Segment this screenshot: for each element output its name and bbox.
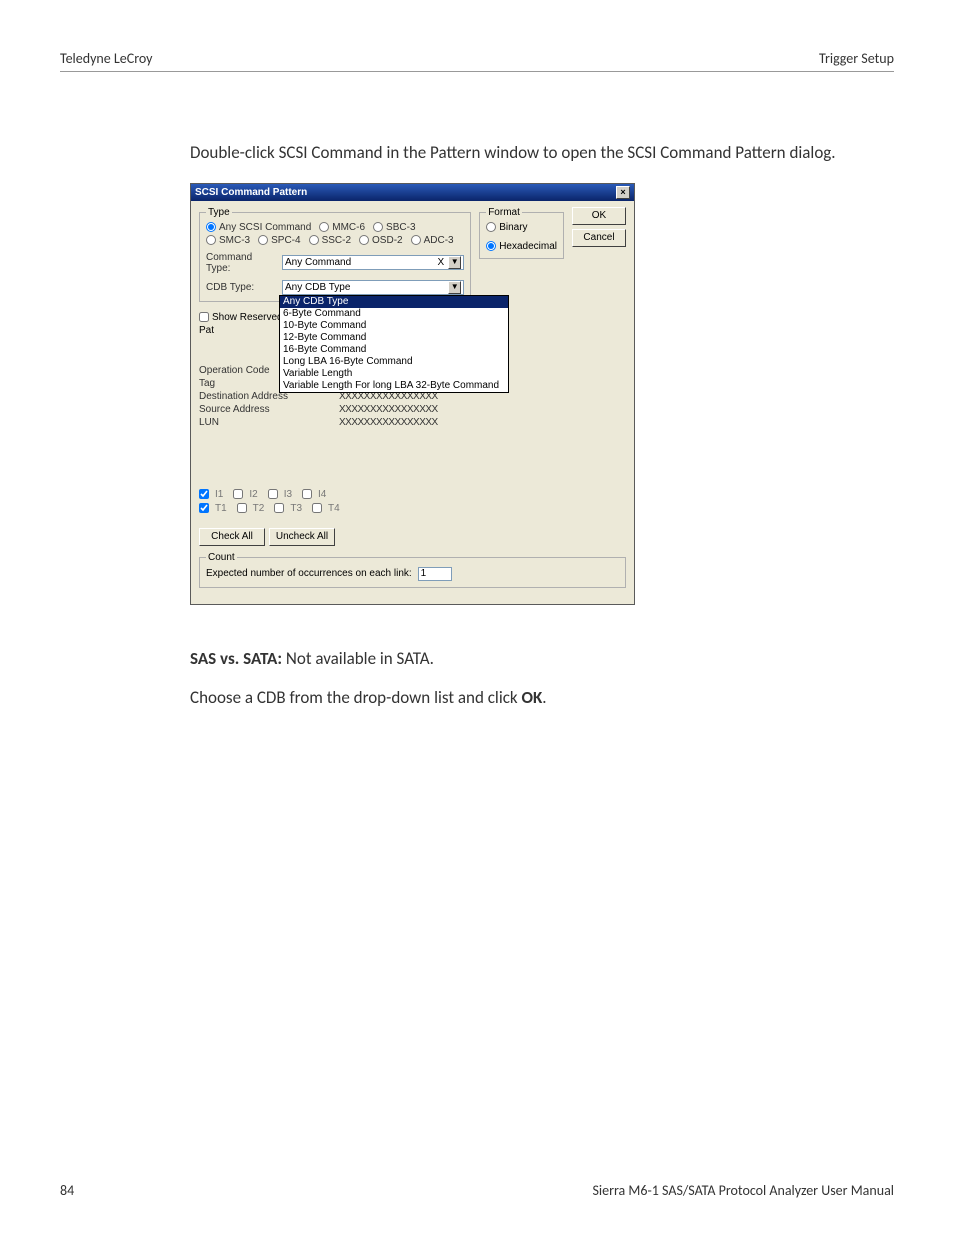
- type-fieldset: Type Any SCSI Command MMC-6 SBC-3 SMC-3 …: [199, 207, 471, 302]
- sas-vs-sata-label: SAS vs. SATA:: [190, 648, 282, 669]
- count-fieldset: Count Expected number of occurrences on …: [199, 552, 626, 588]
- count-legend: Count: [206, 552, 237, 563]
- chevron-down-icon[interactable]: ▼: [448, 256, 461, 269]
- header-right: Trigger Setup: [819, 50, 894, 67]
- format-legend: Format: [486, 207, 522, 218]
- pattern-label: Pat: [199, 325, 271, 336]
- link-i4[interactable]: I4: [302, 489, 326, 500]
- dialog-titlebar: SCSI Command Pattern ×: [191, 184, 634, 201]
- cdb-type-label: CDB Type:: [206, 282, 278, 293]
- format-hex[interactable]: Hexadecimal: [486, 241, 557, 252]
- cdb-type-combo[interactable]: Any CDB Type ▼: [282, 280, 464, 295]
- type-option-any[interactable]: Any SCSI Command: [206, 222, 311, 233]
- page-footer: 84 Sierra M6-1 SAS/SATA Protocol Analyze…: [60, 1182, 894, 1199]
- type-option-sbc3[interactable]: SBC-3: [373, 222, 415, 233]
- cdb-option[interactable]: Long LBA 16-Byte Command: [280, 356, 508, 368]
- uncheck-all-button[interactable]: Uncheck All: [269, 528, 335, 546]
- scsi-command-pattern-dialog: SCSI Command Pattern × Type Any SCSI Com…: [190, 183, 635, 605]
- link-i3[interactable]: I3: [268, 489, 292, 500]
- format-binary[interactable]: Binary: [486, 222, 557, 233]
- param-value: XXXXXXXXXXXXXXXX: [339, 404, 438, 415]
- format-fieldset: Format Binary Hexadecimal: [479, 207, 564, 259]
- type-option-smc3[interactable]: SMC-3: [206, 235, 250, 246]
- link-t2[interactable]: T2: [237, 503, 265, 514]
- link-i2[interactable]: I2: [233, 489, 257, 500]
- ok-button[interactable]: OK: [572, 207, 626, 225]
- cdb-option[interactable]: 6-Byte Command: [280, 308, 508, 320]
- cdb-option[interactable]: Variable Length For long LBA 32-Byte Com…: [280, 380, 508, 392]
- cancel-button[interactable]: Cancel: [572, 229, 626, 247]
- command-type-combo[interactable]: Any Command X ▼: [282, 255, 464, 270]
- post-text: SAS vs. SATA: Not available in SATA. Cho…: [190, 645, 894, 713]
- cdb-option[interactable]: Any CDB Type: [280, 296, 508, 308]
- chevron-down-icon[interactable]: ▼: [448, 281, 461, 294]
- dialog-title: SCSI Command Pattern: [195, 187, 307, 198]
- link-t3[interactable]: T3: [274, 503, 302, 514]
- cdb-option[interactable]: Variable Length: [280, 368, 508, 380]
- type-option-spc4[interactable]: SPC-4: [258, 235, 300, 246]
- cdb-option[interactable]: 12-Byte Command: [280, 332, 508, 344]
- param-label: LUN: [199, 417, 339, 428]
- sas-vs-sata-text: Not available in SATA.: [282, 648, 434, 669]
- page-header: Teledyne LeCroy Trigger Setup: [60, 50, 894, 72]
- check-all-button[interactable]: Check All: [199, 528, 265, 546]
- link-t4[interactable]: T4: [312, 503, 340, 514]
- type-option-ssc2[interactable]: SSC-2: [309, 235, 351, 246]
- close-icon[interactable]: ×: [616, 186, 630, 199]
- cdb-option[interactable]: 16-Byte Command: [280, 344, 508, 356]
- link-t1[interactable]: T1: [199, 503, 227, 514]
- type-option-mmc6[interactable]: MMC-6: [319, 222, 365, 233]
- param-label: Source Address: [199, 404, 339, 415]
- count-label: Expected number of occurrences on each l…: [206, 568, 412, 579]
- link-i1[interactable]: I1: [199, 489, 223, 500]
- header-left: Teledyne LeCroy: [60, 50, 153, 67]
- page-number: 84: [60, 1182, 74, 1199]
- type-option-osd2[interactable]: OSD-2: [359, 235, 403, 246]
- intro-paragraph: Double-click SCSI Command in the Pattern…: [190, 142, 894, 165]
- cdb-option[interactable]: 10-Byte Command: [280, 320, 508, 332]
- cdb-type-dropdown[interactable]: Any CDB Type 6-Byte Command 10-Byte Comm…: [279, 295, 509, 393]
- type-legend: Type: [206, 207, 232, 218]
- command-type-label: Command Type:: [206, 252, 278, 274]
- manual-title: Sierra M6-1 SAS/SATA Protocol Analyzer U…: [592, 1182, 894, 1199]
- param-value: XXXXXXXXXXXXXXXX: [339, 417, 438, 428]
- count-input[interactable]: [418, 567, 452, 581]
- type-option-adc3[interactable]: ADC-3: [411, 235, 454, 246]
